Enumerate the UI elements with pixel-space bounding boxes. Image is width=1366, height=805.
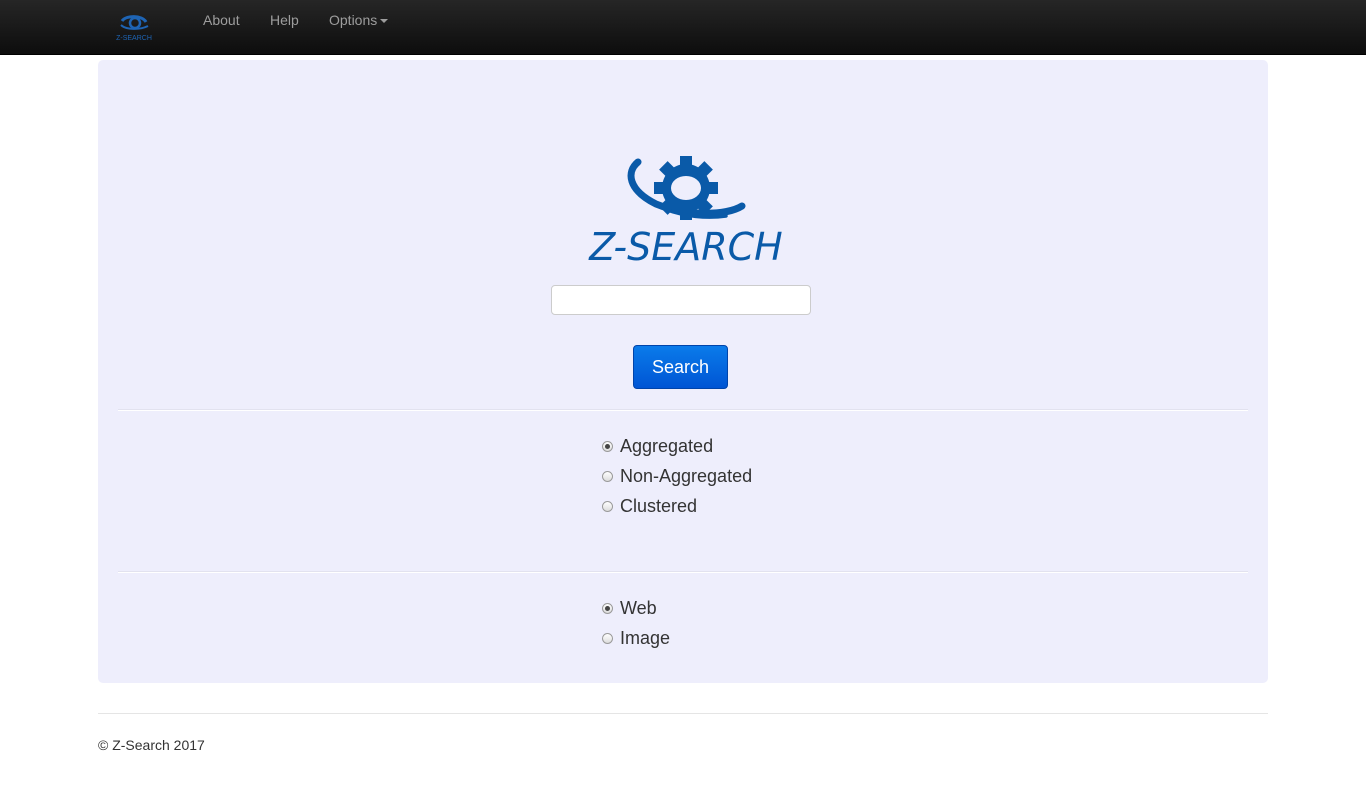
- nav-link-options-label: Options: [329, 12, 378, 28]
- z-search-logo: Z-SEARCH: [588, 156, 783, 269]
- radio-button[interactable]: [602, 632, 613, 644]
- brand-logo-text: Z-SEARCH: [116, 35, 152, 42]
- radio-clustered[interactable]: Clustered: [602, 495, 697, 517]
- radio-button[interactable]: [602, 470, 613, 482]
- radio-button-checked[interactable]: [602, 602, 613, 614]
- footer-copyright: © Z-Search 2017: [98, 737, 205, 753]
- search-button[interactable]: Search: [633, 345, 728, 389]
- radio-web[interactable]: Web: [602, 597, 657, 619]
- nav-link-about[interactable]: About: [203, 12, 240, 28]
- radio-image[interactable]: Image: [602, 627, 670, 649]
- search-input[interactable]: [551, 285, 811, 315]
- caret-down-icon: [380, 19, 389, 24]
- nav-options-dropdown[interactable]: Options: [329, 12, 389, 28]
- nav-link-help[interactable]: Help: [270, 12, 299, 28]
- radio-non-aggregated[interactable]: Non-Aggregated: [602, 465, 752, 487]
- brand-logo-icon[interactable]: Z-SEARCH: [108, 12, 160, 44]
- radio-label: Clustered: [620, 496, 698, 516]
- radio-button[interactable]: [602, 500, 613, 512]
- radio-aggregated[interactable]: Aggregated: [602, 435, 713, 457]
- radio-label: Non-Aggregated: [620, 466, 753, 486]
- logo-text: Z-SEARCH: [588, 225, 783, 269]
- radio-label: Aggregated: [620, 436, 714, 456]
- section-divider: [118, 571, 1248, 573]
- radio-button-checked[interactable]: [602, 440, 613, 452]
- section-divider: [118, 409, 1248, 411]
- footer-divider: [98, 713, 1268, 714]
- radio-label: Web: [620, 598, 657, 618]
- radio-label: Image: [620, 628, 671, 648]
- top-navbar: Z-SEARCH About Help Options: [0, 0, 1366, 55]
